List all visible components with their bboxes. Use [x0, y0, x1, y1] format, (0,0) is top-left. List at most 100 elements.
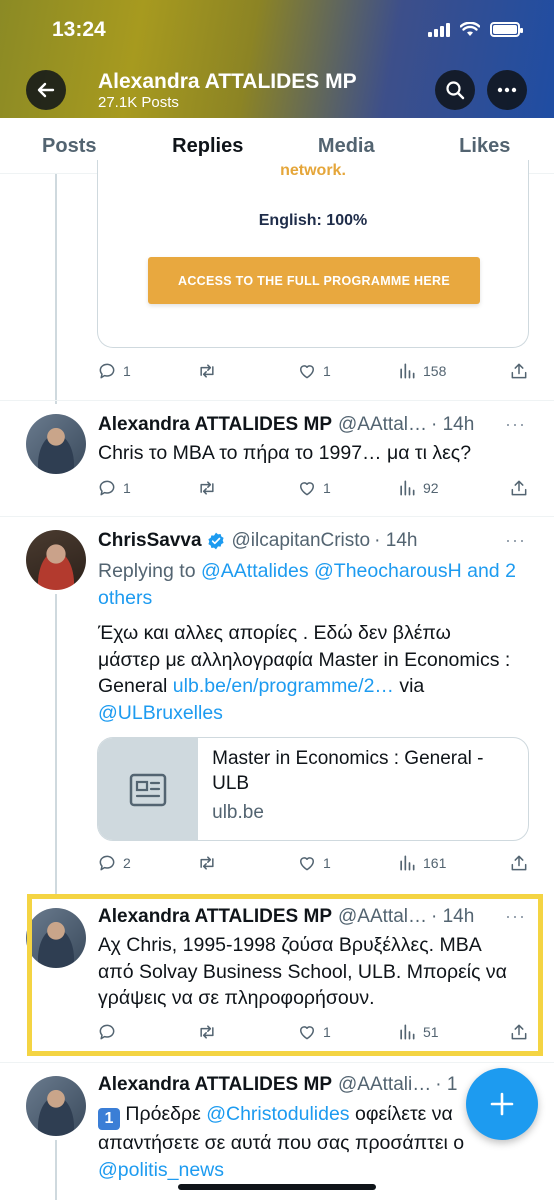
article-icon	[129, 773, 166, 807]
tweet-more-icon[interactable]: ···	[505, 414, 526, 435]
tweet-header: Alexandra ATTALIDES MP @AAttal… · 14h	[98, 414, 474, 436]
reply-count: 1	[123, 363, 131, 379]
tweet-text: 1 Πρόεδρε @Christodulides οφείλετε να απ…	[98, 1101, 488, 1183]
link-card-body: Master in Economics : General - ULB ulb.…	[198, 738, 528, 840]
tweet-header: Alexandra ATTALIDES MP @AAttali… · 1	[98, 1074, 457, 1096]
thread-line	[55, 594, 57, 894]
like-count: 1	[323, 855, 331, 871]
tweet-link[interactable]: ulb.be/en/programme/2…	[173, 675, 394, 697]
views-button[interactable]: 161	[397, 853, 507, 873]
retweet-icon	[200, 856, 214, 870]
views-icon	[400, 363, 415, 379]
retweet-button[interactable]	[197, 853, 297, 873]
reply-icon	[99, 855, 115, 871]
status-icons	[428, 22, 523, 37]
tweet-more-icon[interactable]: ···	[505, 530, 526, 551]
like-count: 1	[323, 363, 331, 379]
signal-icon	[428, 22, 450, 37]
views-count: 92	[423, 480, 439, 496]
retweet-button[interactable]	[197, 361, 297, 381]
retweet-icon	[200, 481, 214, 495]
heart-icon	[300, 365, 314, 379]
author-handle[interactable]: @AAttal…	[338, 414, 427, 436]
status-time: 13:24	[52, 18, 106, 41]
share-icon	[511, 480, 527, 496]
like-button[interactable]: 1	[297, 478, 397, 498]
views-count: 161	[423, 855, 447, 871]
reply-count: 2	[123, 855, 131, 871]
wifi-icon	[460, 22, 480, 36]
author-handle[interactable]: @AAttali…	[338, 1074, 431, 1096]
tweet-mention[interactable]: @politis_news	[98, 1159, 224, 1181]
divider	[0, 1062, 554, 1063]
author-handle[interactable]: @ilcapitanCristo	[232, 530, 371, 552]
avatar[interactable]	[26, 414, 86, 474]
battery-icon	[490, 22, 523, 37]
arrow-left-icon	[37, 82, 55, 98]
retweet-button[interactable]	[197, 478, 297, 498]
tweet-header: ChrisSavva @ilcapitanCristo · 14h	[98, 530, 417, 552]
divider	[0, 516, 554, 517]
link-card-title: Master in Economics : General - ULB	[212, 748, 484, 794]
views-button[interactable]: 158	[397, 361, 507, 381]
share-icon	[511, 363, 527, 379]
avatar[interactable]	[26, 530, 86, 590]
share-button[interactable]	[509, 478, 529, 498]
divider	[0, 400, 554, 401]
thread-line	[55, 174, 57, 404]
share-button[interactable]	[509, 361, 529, 381]
views-button[interactable]: 92	[397, 478, 507, 498]
profile-name: Alexandra ATTALIDES MP	[98, 70, 357, 93]
search-icon	[446, 81, 465, 100]
heart-icon	[300, 857, 314, 871]
reply-icon	[99, 480, 115, 496]
more-icon	[497, 87, 517, 93]
share-button[interactable]	[509, 853, 529, 873]
tweet-actions: 1 1 92	[97, 476, 529, 500]
card-partial-text: network.	[280, 162, 346, 179]
link-preview-card[interactable]: Master in Economics : General - ULB ulb.…	[97, 737, 529, 841]
thread-line	[55, 1140, 57, 1200]
like-button[interactable]: 1	[297, 853, 397, 873]
heart-icon	[300, 482, 314, 496]
tweet-time: · 14h	[431, 414, 475, 435]
search-button[interactable]	[435, 70, 475, 110]
home-indicator	[178, 1184, 376, 1190]
author-name[interactable]: ChrisSavva	[98, 530, 202, 552]
embedded-card[interactable]: network. English: 100% ACCESS TO THE FUL…	[97, 160, 529, 348]
tweet-text-a: Πρόεδρε	[120, 1103, 207, 1125]
avatar[interactable]	[26, 1076, 86, 1136]
tweet-actions: 2 1 161	[97, 851, 529, 875]
like-button[interactable]: 1	[297, 361, 397, 381]
verified-badge-icon	[207, 532, 224, 550]
tweet-text: Έχω και αλλες απορίες . Εδώ δεν βλέπω μά…	[98, 620, 518, 726]
access-programme-button[interactable]: ACCESS TO THE FULL PROGRAMME HERE	[148, 257, 480, 304]
post-count: 27.1K Posts	[98, 94, 179, 111]
tweet-text-via: via	[393, 675, 425, 697]
author-name[interactable]: Alexandra ATTALIDES MP	[98, 414, 332, 436]
retweet-icon	[200, 364, 214, 378]
compose-button[interactable]	[466, 1068, 538, 1140]
number-badge: 1	[98, 1108, 120, 1130]
back-button[interactable]	[26, 70, 66, 110]
tweet-time: · 14h	[374, 530, 418, 551]
link-card-domain: ulb.be	[212, 802, 264, 823]
link-thumbnail	[98, 738, 199, 840]
tweet-mention[interactable]: @ULBruxelles	[98, 702, 223, 724]
views-icon	[400, 855, 415, 871]
like-count: 1	[323, 480, 331, 496]
views-count: 158	[423, 363, 447, 379]
reply-count: 1	[123, 480, 131, 496]
tweet-mention[interactable]: @Christodulides	[206, 1103, 349, 1125]
reply-icon	[99, 363, 115, 379]
author-name[interactable]: Alexandra ATTALIDES MP	[98, 1074, 332, 1096]
highlight-box	[27, 894, 543, 1056]
reply-button[interactable]: 1	[97, 361, 197, 381]
share-icon	[511, 855, 527, 871]
plus-icon	[490, 1092, 514, 1116]
card-english-line: English: 100%	[258, 212, 368, 229]
reply-button[interactable]: 1	[97, 478, 197, 498]
replying-prefix: Replying to	[98, 560, 201, 582]
reply-button[interactable]: 2	[97, 853, 197, 873]
more-button[interactable]	[487, 70, 527, 110]
